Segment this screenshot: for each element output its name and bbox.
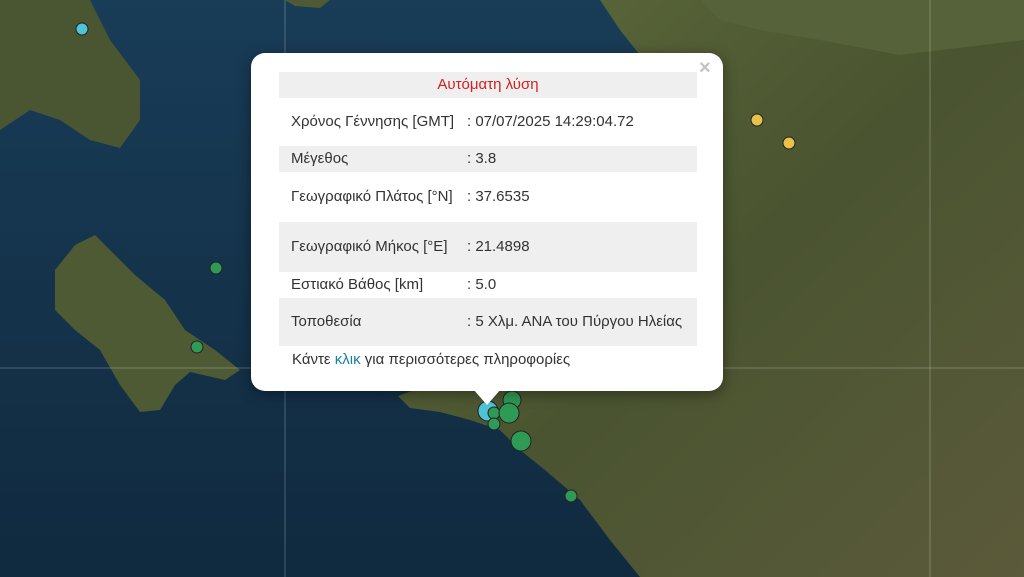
- green-quake-marker[interactable]: [209, 261, 223, 275]
- magnitude-value: : 3.8: [467, 150, 497, 167]
- more-info-line: Κάντε κλικ για περισσότερες πληροφορίες: [292, 351, 570, 368]
- location-value: : 5 Χλμ. ΑΝΑ του Πύργου Ηλείας: [467, 313, 683, 330]
- table-row: Μέγεθος : 3.8: [279, 146, 697, 172]
- popup-title-row: Αυτόματη λύση: [279, 72, 697, 98]
- more-info-link[interactable]: κλικ: [335, 351, 361, 368]
- green-quake-marker[interactable]: [487, 406, 501, 420]
- origin-time-label: Χρόνος Γέννησης [GMT]: [291, 113, 455, 130]
- close-icon[interactable]: ×: [699, 58, 711, 78]
- depth-label: Εστιακό Βάθος [km]: [291, 276, 424, 293]
- popup-pointer: [473, 389, 501, 405]
- longitude-label: Γεωγραφικό Μήκος [°E]: [291, 238, 448, 255]
- green-quake-marker[interactable]: [564, 489, 578, 503]
- table-row: Εστιακό Βάθος [km] : 5.0: [279, 272, 697, 298]
- magnitude-label: Μέγεθος: [291, 150, 349, 167]
- more-info-prefix: Κάντε: [292, 351, 331, 368]
- yellow-quake-marker[interactable]: [782, 136, 796, 150]
- green-quake-marker[interactable]: [190, 340, 204, 354]
- depth-value: : 5.0: [467, 276, 497, 293]
- origin-time-value: : 07/07/2025 14:29:04.72: [467, 113, 634, 130]
- cyan-quake-marker[interactable]: [75, 22, 89, 36]
- latitude-label: Γεωγραφικό Πλάτος [°N]: [291, 188, 453, 205]
- table-row: Γεωγραφικό Πλάτος [°N] : 37.6535: [279, 172, 697, 222]
- table-row: Γεωγραφικό Μήκος [°E] : 21.4898: [279, 222, 697, 272]
- green-quake-marker[interactable]: [498, 402, 520, 424]
- green-quake-marker[interactable]: [487, 417, 501, 431]
- table-row: Χρόνος Γέννησης [GMT] : 07/07/2025 14:29…: [279, 98, 697, 146]
- more-info-suffix: για περισσότερες πληροφορίες: [364, 351, 571, 368]
- location-label: Τοποθεσία: [291, 313, 362, 330]
- table-row: Τοποθεσία : 5 Χλμ. ΑΝΑ του Πύργου Ηλείας: [279, 298, 697, 346]
- yellow-quake-marker[interactable]: [750, 113, 764, 127]
- latitude-value: : 37.6535: [467, 188, 530, 205]
- longitude-value: : 21.4898: [467, 238, 530, 255]
- green-quake-marker[interactable]: [510, 430, 532, 452]
- earthquake-info-table: Αυτόματη λύση Χρόνος Γέννησης [GMT] : 07…: [279, 72, 697, 346]
- popup-title: Αυτόματη λύση: [437, 76, 539, 93]
